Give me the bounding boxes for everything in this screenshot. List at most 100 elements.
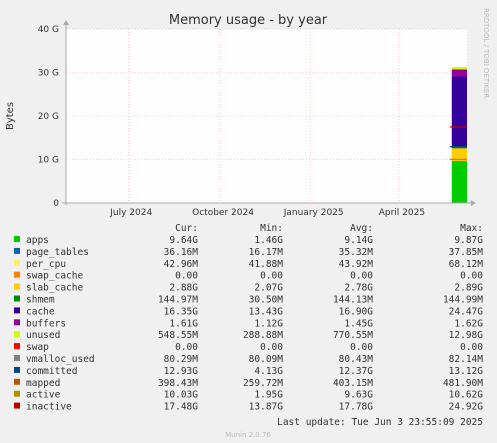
legend-avg-value: 0.00 xyxy=(350,342,373,353)
area-apps xyxy=(451,161,467,203)
legend-min-value: 259.72M xyxy=(243,378,283,389)
legend-swatch xyxy=(14,271,20,278)
legend-swatch xyxy=(14,378,20,385)
y-tick-label: 40 G xyxy=(38,25,59,35)
legend-cur-value: 144.97M xyxy=(158,295,198,306)
legend-row: buffers 1.61G 1.12G 1.45G 1.62G xyxy=(14,318,483,329)
legend-min-value: 0.00 xyxy=(260,342,283,353)
legend-avg-value: 35.32M xyxy=(339,247,374,258)
legend-max-value: 12.98G xyxy=(449,330,484,341)
area-cache xyxy=(451,76,467,148)
legend-header-min: Min: xyxy=(260,223,283,234)
legend-max-value: 24.92G xyxy=(449,402,484,413)
legend-name: unused xyxy=(26,330,60,341)
legend-avg-value: 43.92M xyxy=(339,259,374,270)
legend-swatch xyxy=(14,283,20,290)
legend-avg-value: 770.55M xyxy=(333,330,373,341)
legend-name: mapped xyxy=(26,378,60,389)
legend-max-value: 68.12M xyxy=(449,259,484,270)
legend-min-value: 1.95G xyxy=(254,390,283,401)
legend-avg-value: 9.63G xyxy=(344,390,373,401)
legend-swatch xyxy=(14,307,20,314)
legend-row: inactive 17.48G 13.87G 17.78G 24.92G xyxy=(14,402,483,413)
y-tick-label: 0 xyxy=(53,199,59,209)
legend-name: inactive xyxy=(26,402,72,413)
legend-avg-value: 0.00 xyxy=(350,271,373,282)
legend-avg-value: 1.45G xyxy=(344,318,373,329)
legend-avg-value: 80.43M xyxy=(339,354,374,365)
y-tick-label: 30 G xyxy=(38,69,59,79)
y-axis-label: Bytes xyxy=(5,102,16,130)
legend-cur-value: 42.96M xyxy=(164,259,199,270)
legend-max-value: 1.62G xyxy=(454,318,483,329)
legend-cur-value: 0.00 xyxy=(175,342,198,353)
legend-row: vmalloc_used 80.29M 80.09M 80.43M 82.14M xyxy=(14,354,483,365)
legend-min-value: 30.50M xyxy=(249,295,284,306)
legend-max-value: 82.14M xyxy=(449,354,484,365)
legend-row: shmem 144.97M 30.50M 144.13M 144.99M xyxy=(14,295,483,306)
legend-max-value: 24.47G xyxy=(449,306,484,317)
legend-row: apps 9.64G 1.46G 9.14G 9.87G xyxy=(14,235,483,246)
legend-name: swap_cache xyxy=(26,271,83,282)
legend-min-value: 1.46G xyxy=(254,235,283,246)
legend-swatch xyxy=(14,259,20,266)
legend-avg-value: 12.37G xyxy=(339,366,374,377)
last-update: Last update: Tue Jun 3 23:55:09 2025 xyxy=(277,417,483,428)
legend-row: swap_cache 0.00 0.00 0.00 0.00 xyxy=(14,271,483,282)
legend-header-max: Max: xyxy=(460,223,483,234)
legend-min-value: 288.88M xyxy=(243,330,283,341)
legend-max-value: 144.99M xyxy=(443,295,483,306)
legend-cur-value: 9.64G xyxy=(169,235,198,246)
x-tick-label: April 2025 xyxy=(379,208,425,218)
legend-avg-value: 16.90G xyxy=(339,306,374,317)
legend-min-value: 1.12G xyxy=(254,318,283,329)
legend-min-value: 13.87G xyxy=(249,402,284,413)
y-axis-ticks: 0 10 G 20 G 30 G 40 G xyxy=(38,25,60,209)
area-buffers xyxy=(451,69,467,77)
legend-row: swap 0.00 0.00 0.00 0.00 xyxy=(14,342,483,353)
legend-swatch xyxy=(14,366,20,373)
legend-name: swap xyxy=(26,342,49,353)
rrdtool-side-label: RRDTOOL / TOBI OETIKER xyxy=(482,8,490,98)
legend-max-value: 10.62G xyxy=(449,390,484,401)
legend-cur-value: 0.00 xyxy=(175,271,198,282)
legend-row: unused 548.55M 288.88M 770.55M 12.98G xyxy=(14,330,483,341)
legend-min-value: 41.88M xyxy=(249,259,284,270)
legend-cur-value: 36.16M xyxy=(164,247,199,258)
y-tick-label: 10 G xyxy=(38,156,59,166)
legend-swatch xyxy=(14,355,20,361)
memory-chart: Memory usage - by year Bytes RRDTOOL / T… xyxy=(5,8,490,439)
legend-swatch xyxy=(14,390,20,397)
legend-row: page_tables 36.16M 16.17M 35.32M 37.85M xyxy=(14,247,483,258)
legend-min-value: 0.00 xyxy=(260,271,283,282)
legend-name: shmem xyxy=(26,295,55,306)
legend-cur-value: 80.29M xyxy=(164,354,199,365)
legend-max-value: 13.12G xyxy=(449,366,484,377)
legend-name: per_cpu xyxy=(26,259,66,270)
area-shmem xyxy=(451,147,467,149)
legend-cur-value: 10.03G xyxy=(164,390,199,401)
legend-cur-value: 1.61G xyxy=(169,318,198,329)
munin-version: Munin 2.0.76 xyxy=(225,431,271,439)
legend-header: Cur: Min: Avg: Max: xyxy=(175,223,483,234)
legend-min-value: 16.17M xyxy=(249,247,284,258)
legend-cur-value: 16.35G xyxy=(164,306,199,317)
legend-avg-value: 2.78G xyxy=(344,283,373,294)
x-tick-label: January 2025 xyxy=(283,208,344,218)
legend-max-value: 0.00 xyxy=(460,271,483,282)
legend-swatch xyxy=(14,319,20,326)
legend-swatch xyxy=(14,343,20,350)
area-per_cpu xyxy=(451,160,467,162)
legend-name: buffers xyxy=(26,318,66,329)
legend-avg-value: 17.78G xyxy=(339,402,374,413)
legend-min-value: 13.43G xyxy=(249,306,284,317)
legend-min-value: 80.09M xyxy=(249,354,284,365)
legend-min-value: 2.07G xyxy=(254,283,283,294)
legend-max-value: 481.90M xyxy=(443,378,483,389)
legend-cur-value: 398.43M xyxy=(158,378,198,389)
area-unused xyxy=(451,67,467,70)
legend-name: slab_cache xyxy=(26,283,83,294)
legend-swatch xyxy=(14,247,20,254)
legend-row: per_cpu 42.96M 41.88M 43.92M 68.12M xyxy=(14,259,483,270)
legend-max-value: 0.00 xyxy=(460,342,483,353)
